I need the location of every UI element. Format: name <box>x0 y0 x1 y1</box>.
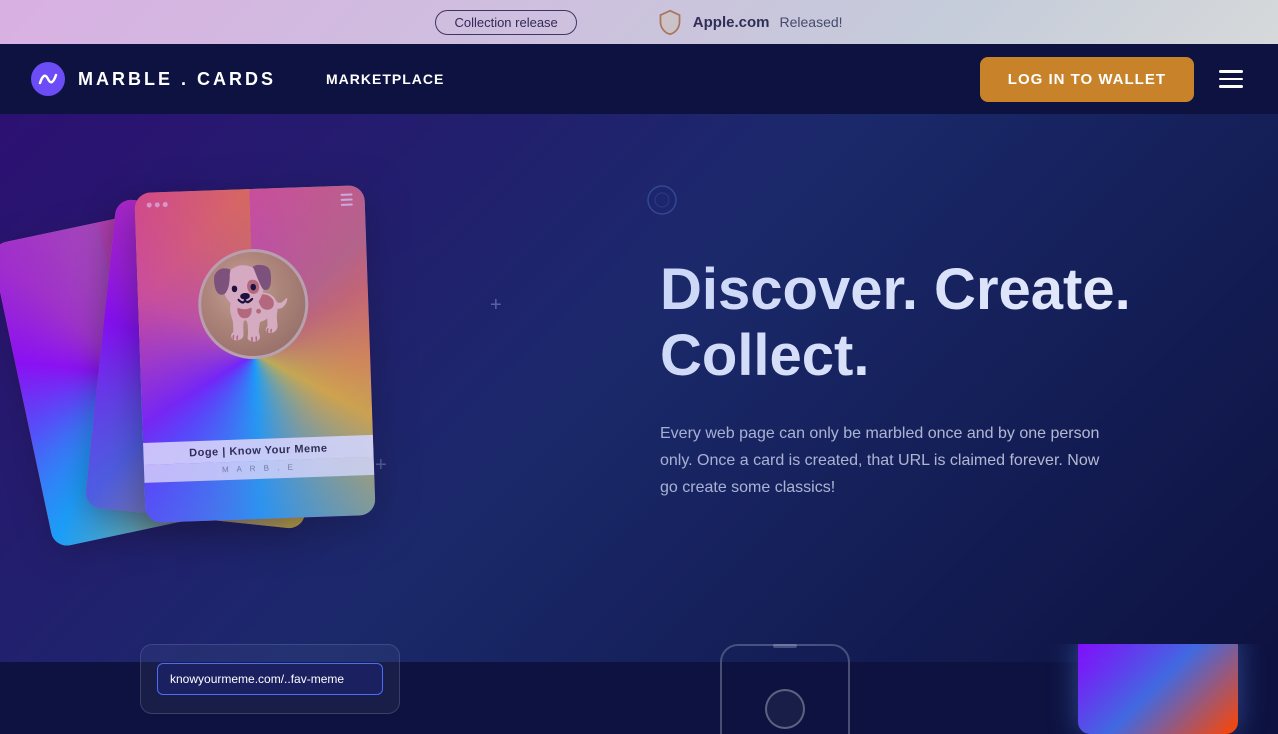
hamburger-line-3 <box>1219 85 1243 88</box>
logo-icon <box>30 61 66 97</box>
logo-link[interactable]: MARBLE . CARDS <box>30 61 276 97</box>
device-inner-circle <box>765 689 805 729</box>
nav-links: MARKETPLACE <box>326 71 444 87</box>
device-card-right <box>1078 644 1238 734</box>
hamburger-menu-button[interactable] <box>1214 65 1248 93</box>
hamburger-line-2 <box>1219 78 1243 81</box>
login-button[interactable]: LOG IN TO WALLET <box>980 57 1194 102</box>
hamburger-line-1 <box>1219 70 1243 73</box>
marketplace-link[interactable]: MARKETPLACE <box>326 71 444 87</box>
navbar: MARBLE . CARDS MARKETPLACE LOG IN TO WAL… <box>0 44 1278 114</box>
url-input-field[interactable] <box>157 663 383 695</box>
logo-text: MARBLE . CARDS <box>78 69 276 90</box>
bottom-section <box>0 644 1278 734</box>
nav-right: LOG IN TO WALLET <box>980 57 1248 102</box>
